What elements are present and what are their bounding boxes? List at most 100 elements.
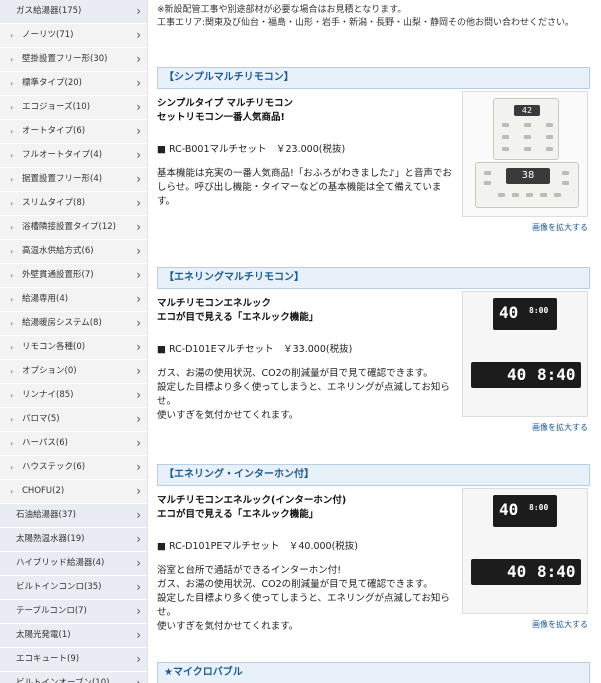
sidebar-item[interactable]: › 外壁貫通設置形(7) › [0, 264, 147, 288]
chevron-right-icon: › [136, 316, 141, 330]
chevron-right-small-icon: › [10, 79, 14, 88]
product-image[interactable]: 40 8:00 40 8:40 [462, 488, 588, 614]
sidebar-item[interactable]: › オートタイプ(6) › [0, 120, 147, 144]
sidebar-item[interactable]: › 給湯専用(4) › [0, 288, 147, 312]
display-digits: 40 [499, 303, 519, 322]
chevron-right-small-icon: › [10, 391, 14, 400]
section-header: 【エネリングマルチリモコン】 [157, 267, 590, 289]
chevron-right-icon: › [136, 580, 141, 594]
product-title-line: マルチリモコンエネルック [157, 298, 272, 309]
sidebar-item[interactable]: › リンナイ(85) › [0, 384, 147, 408]
sidebar-item[interactable]: › 高温水供給方式(6) › [0, 240, 147, 264]
description-line: 設定した目標より多く使ってしまうと、エネリングが点滅してお知らせ。 [157, 382, 450, 407]
sidebar-item-label: テーブルコンロ(7) [16, 606, 87, 616]
product-title: マルチリモコンエネルック エコが目で見える「エネルック機能」 [157, 297, 318, 325]
sidebar-item-label: エコジョーズ(10) [22, 102, 91, 112]
description-line: 設定した目標より多く使ってしまうと、エネリングが点滅してお知らせ。 [157, 593, 450, 618]
sidebar-item[interactable]: 太陽光発電(1) › [0, 624, 147, 648]
product-description: ガス、お湯の使用状況、CO2の削減量が目で見て確認できます。 設定した目標より多… [157, 367, 453, 423]
enlarge-image-link[interactable]: 画像を拡大する [532, 422, 588, 433]
enlarge-image-link[interactable]: 画像を拡大する [532, 222, 588, 233]
sidebar-item[interactable]: › リモコン各種(0) › [0, 336, 147, 360]
sidebar-item[interactable]: ガス給湯器(175) › [0, 0, 147, 24]
chevron-right-small-icon: › [10, 151, 14, 160]
sidebar-item[interactable]: 石油給湯器(37) › [0, 504, 147, 528]
product-image[interactable]: 42 38 [462, 91, 588, 217]
sidebar-item[interactable]: › 壁掛設置フリー形(30) › [0, 48, 147, 72]
main-content: ※新設配管工事や別途部材が必要な場合はお見積となります。 工事エリア:関東及び仙… [157, 0, 597, 683]
product-section-enering-interphone: 【エネリング・インターホン付】 マルチリモコンエネルック(インターホン付) エコ… [157, 464, 590, 636]
sidebar-item[interactable]: › 給湯暖房システム(8) › [0, 312, 147, 336]
remote-display: 38 [506, 168, 550, 184]
chevron-right-small-icon: › [10, 463, 14, 472]
display-digits: 38 [521, 170, 535, 181]
sidebar-item[interactable]: › パロマ(5) › [0, 408, 147, 432]
chevron-right-icon: › [136, 604, 141, 618]
chevron-right-small-icon: › [10, 127, 14, 136]
sidebar-item[interactable]: › オプション(0) › [0, 360, 147, 384]
chevron-right-icon: › [136, 28, 141, 42]
sidebar-item-label: ノーリツ(71) [22, 30, 74, 40]
description-line: ガス、お湯の使用状況、CO2の削減量が目で見て確認できます。 [157, 368, 433, 379]
sidebar-item-label: 壁掛設置フリー形(30) [22, 54, 108, 64]
chevron-right-small-icon: › [10, 319, 14, 328]
sidebar-item[interactable]: › ノーリツ(71) › [0, 24, 147, 48]
sidebar-item-label: ガス給湯器(175) [16, 6, 82, 16]
notice-line: 工事エリア:関東及び仙台・福島・山形・岩手・新潟・長野・山梨・静岡その他お問い合… [157, 18, 575, 28]
product-price: ■ RC-D101PEマルチセット ￥40.000(税抜) [157, 541, 359, 552]
product-subtitle-line: エコが目で見える「エネルック機能」 [157, 509, 319, 520]
display-digits: 40 [499, 500, 519, 519]
description-line: 基本機能は充実の一番人気商品!「おふろがわきました♪」と音声でおしらせ。呼び出し… [157, 168, 452, 207]
remote-image: 42 [493, 98, 559, 160]
display-clock: 8:00 [529, 306, 549, 315]
sidebar-item-label: ビルトインコンロ(35) [16, 582, 102, 592]
sidebar-item-label: ハーパス(6) [22, 438, 68, 448]
chevron-right-icon: › [136, 484, 141, 498]
sidebar-item[interactable]: › 浴槽隣接設置タイプ(12) › [0, 216, 147, 240]
chevron-right-icon: › [136, 556, 141, 570]
chevron-right-icon: › [136, 676, 141, 683]
sidebar-item-label: エコキュート(9) [16, 654, 80, 664]
chevron-right-icon: › [136, 4, 141, 18]
sidebar-item[interactable]: 太陽熱温水器(19) › [0, 528, 147, 552]
sidebar-item-label: 太陽熱温水器(19) [16, 534, 85, 544]
sidebar-item[interactable]: › ハーパス(6) › [0, 432, 147, 456]
chevron-right-small-icon: › [10, 223, 14, 232]
sidebar-item-label: 浴槽隣接設置タイプ(12) [22, 222, 116, 232]
chevron-right-icon: › [136, 412, 141, 426]
product-title: シンプルタイプ マルチリモコン セットリモコン一番人気商品! [157, 97, 293, 125]
remote-image: 40 8:40 [471, 362, 581, 388]
sidebar-item[interactable]: › CHOFU(2) › [0, 480, 147, 504]
sidebar-item[interactable]: › ハウステック(6) › [0, 456, 147, 480]
sidebar-item-label: リモコン各種(0) [22, 342, 86, 352]
sidebar-item-label: パロマ(5) [22, 414, 60, 424]
section-header: 【エネリング・インターホン付】 [157, 464, 590, 486]
remote-image: 40 8:00 [493, 495, 557, 527]
sidebar-item-label: CHOFU(2) [22, 486, 65, 496]
remote-image: 40 8:40 [471, 559, 581, 585]
sidebar-item[interactable]: ビルトインコンロ(35) › [0, 576, 147, 600]
sidebar-item[interactable]: エコキュート(9) › [0, 648, 147, 672]
sidebar-item[interactable]: ハイブリッド給湯器(4) › [0, 552, 147, 576]
chevron-right-small-icon: › [10, 175, 14, 184]
sidebar-item[interactable]: › フルオートタイプ(4) › [0, 144, 147, 168]
sidebar-item[interactable]: › エコジョーズ(10) › [0, 96, 147, 120]
sidebar-item[interactable]: テーブルコンロ(7) › [0, 600, 147, 624]
chevron-right-icon: › [136, 124, 141, 138]
product-title-line: シンプルタイプ マルチリモコン [157, 98, 294, 109]
product-image[interactable]: 40 8:00 40 8:40 [462, 291, 588, 417]
display-digits: 40 [507, 365, 527, 384]
sidebar-item[interactable]: ビルトインオーブン(10) › [0, 672, 147, 683]
section-header: 【シンプルマルチリモコン】 [157, 67, 590, 89]
sidebar-item[interactable]: › 標準タイプ(20) › [0, 72, 147, 96]
description-line: 使いすぎを気付かせてくれます。 [157, 410, 299, 421]
sidebar-item-label: 高温水供給方式(6) [22, 246, 94, 256]
sidebar-item[interactable]: › スリムタイプ(8) › [0, 192, 147, 216]
enlarge-image-link[interactable]: 画像を拡大する [532, 619, 588, 630]
product-subtitle-line: セットリモコン一番人気商品! [157, 112, 285, 123]
product-price: ■ RC-B001マルチセット ￥23.000(税抜) [157, 144, 346, 155]
sidebar-item-label: スリムタイプ(8) [22, 198, 86, 208]
description-line: 使いすぎを気付かせてくれます。 [157, 621, 299, 632]
chevron-right-small-icon: › [10, 271, 14, 280]
sidebar-item[interactable]: › 据置設置フリー形(4) › [0, 168, 147, 192]
